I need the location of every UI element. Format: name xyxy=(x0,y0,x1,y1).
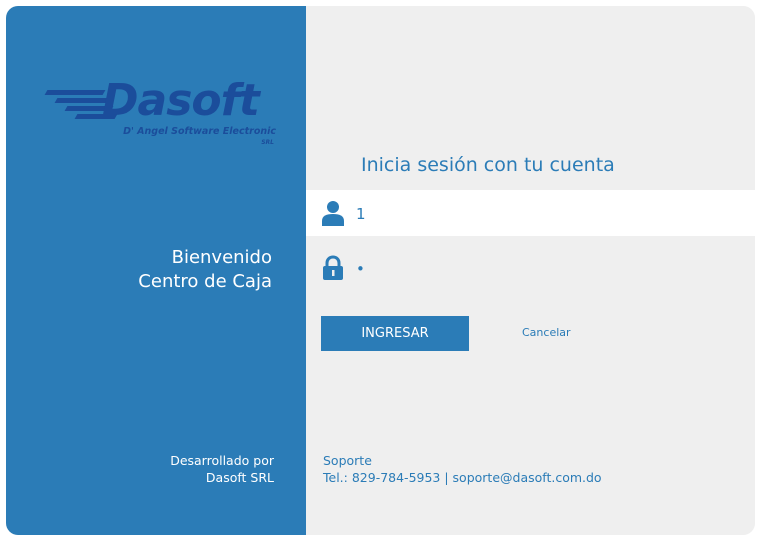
user-icon xyxy=(322,201,344,226)
username-input[interactable] xyxy=(354,196,738,232)
support-contact: Tel.: 829-784-5953 | soporte@dasoft.com.… xyxy=(323,470,602,485)
logo-tagline: D' Angel Software Electronic xyxy=(123,126,276,137)
password-input[interactable] xyxy=(354,251,738,287)
cancel-link[interactable]: Cancelar xyxy=(522,326,571,339)
login-panel: Inicia sesión con tu cuenta INGRESAR Can… xyxy=(306,6,755,535)
developer-credit: Desarrollado por Dasoft SRL xyxy=(170,452,274,486)
welcome-text: Bienvenido Centro de Caja xyxy=(138,246,272,294)
login-window: Dasoft D' Angel Software Electronic SRL … xyxy=(6,6,755,535)
password-row xyxy=(306,245,755,291)
logo-suffix: SRL xyxy=(261,139,274,146)
developer-credit-line-2: Dasoft SRL xyxy=(205,470,274,485)
username-row xyxy=(306,190,755,236)
brand-panel: Dasoft D' Angel Software Electronic SRL … xyxy=(6,6,306,535)
welcome-line-1: Bienvenido xyxy=(171,247,272,268)
support-heading: Soporte xyxy=(323,453,372,468)
login-title: Inicia sesión con tu cuenta xyxy=(361,154,615,176)
login-button[interactable]: INGRESAR xyxy=(321,316,469,351)
support-info: Soporte Tel.: 829-784-5953 | soporte@das… xyxy=(323,452,602,486)
welcome-line-2: Centro de Caja xyxy=(138,271,272,292)
logo-wordmark: Dasoft xyxy=(102,75,260,126)
dasoft-logo: Dasoft D' Angel Software Electronic SRL xyxy=(44,76,278,148)
developer-credit-line-1: Desarrollado por xyxy=(170,453,274,468)
lock-icon xyxy=(323,255,343,280)
